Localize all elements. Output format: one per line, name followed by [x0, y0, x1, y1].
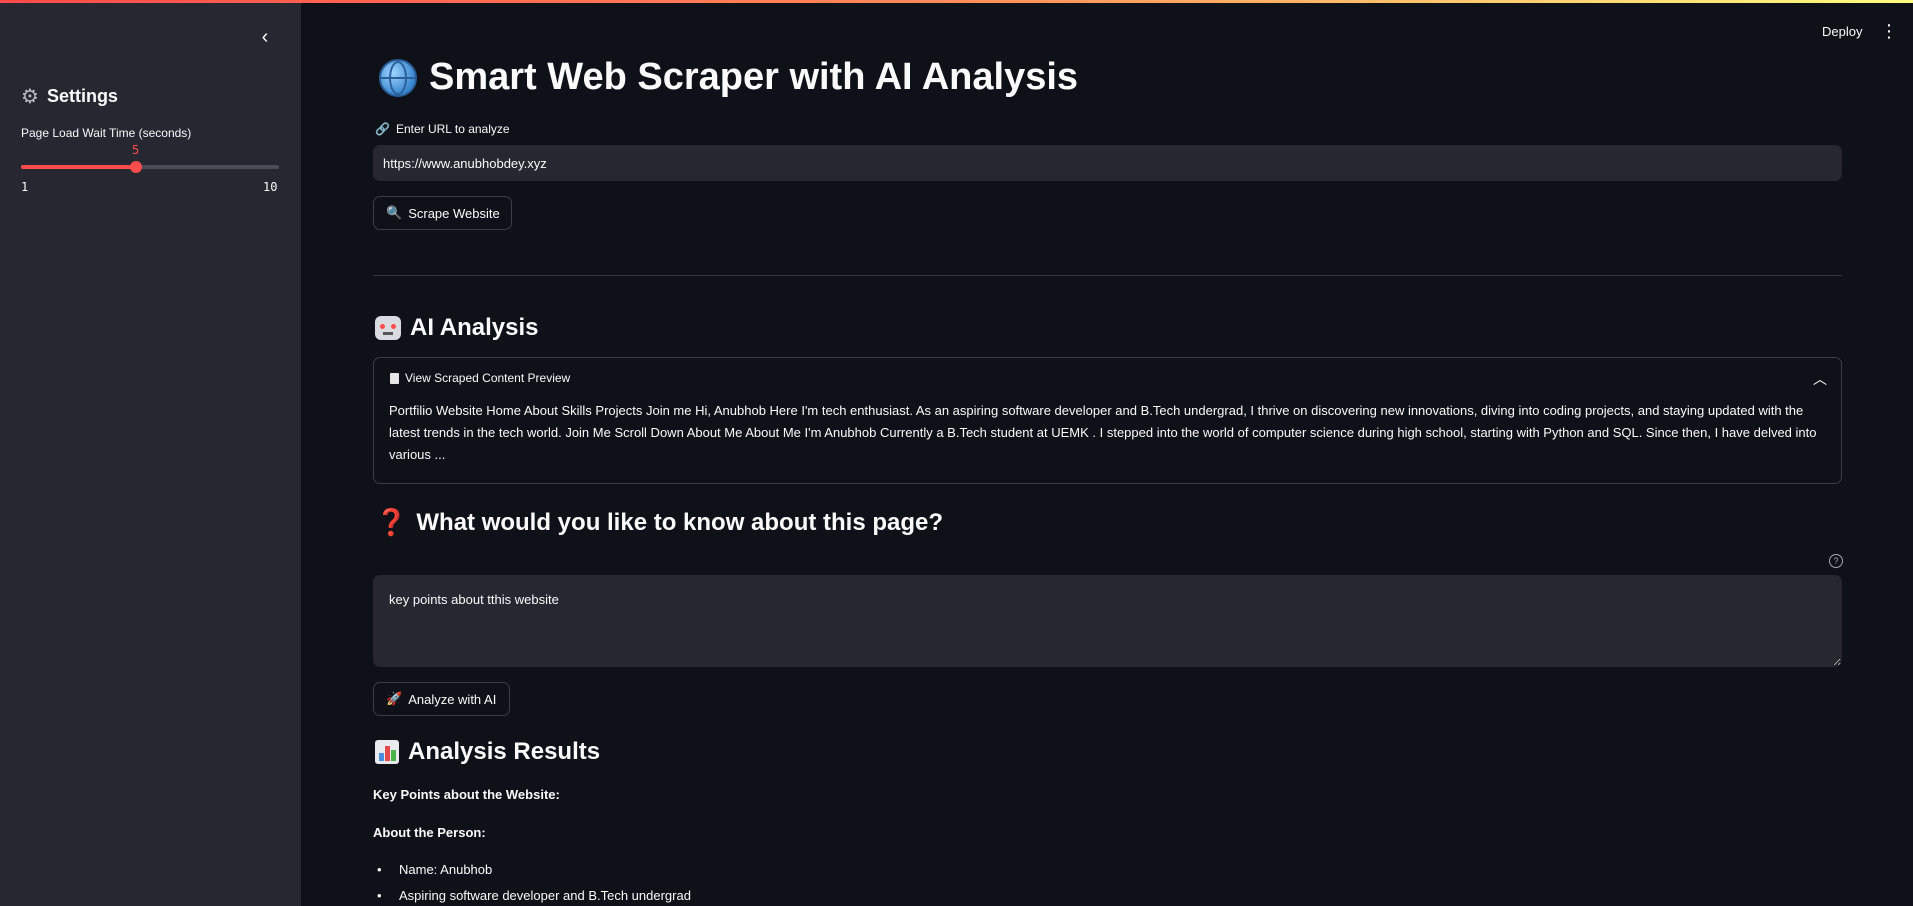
slider-min-label: 1	[21, 180, 29, 194]
list-item-text: Aspiring software developer and B.Tech u…	[399, 888, 691, 903]
slider-fill	[21, 165, 136, 169]
question-textarea[interactable]: key points about tthis website	[373, 575, 1842, 667]
question-heading: ❓ What would you like to know about this…	[375, 507, 943, 538]
page-title-text: Smart Web Scraper with AI Analysis	[429, 56, 1079, 98]
slider-thumb[interactable]	[129, 161, 142, 173]
bar-chart-icon	[375, 740, 399, 764]
analyze-button-label: Analyze with AI	[408, 691, 497, 707]
ai-analysis-title: AI Analysis	[410, 314, 539, 341]
expander-title: View Scraped Content Preview	[405, 371, 571, 385]
scraped-content-expander: View Scraped Content Preview ︿ Portfilio…	[373, 357, 1842, 484]
url-label-text: Enter URL to analyze	[395, 122, 510, 136]
chevron-up-icon[interactable]: ︿	[1813, 369, 1827, 389]
scraped-content-preview: Portfilio Website Home About Skills Proj…	[389, 403, 1817, 462]
scrape-website-button[interactable]: 🔍 Scrape Website	[373, 196, 512, 230]
settings-heading: ⚙ Settings	[21, 84, 118, 109]
wait-time-slider[interactable]	[21, 161, 279, 173]
scrape-button-label: Scrape Website	[408, 205, 500, 221]
slider-label: Page Load Wait Time (seconds)	[21, 126, 192, 140]
link-icon: 🔗	[375, 122, 390, 136]
results-about-heading: About the Person:	[373, 825, 486, 840]
page-title: Smart Web Scraper with AI Analysis	[379, 56, 1078, 99]
results-heading: Analysis Results	[375, 738, 600, 766]
collapse-sidebar-icon[interactable]: ‹	[254, 26, 276, 48]
question-mark-icon: ❓	[375, 507, 408, 537]
list-item: • Aspiring software developer and B.Tech…	[377, 888, 691, 903]
ai-analysis-heading: AI Analysis	[375, 314, 539, 342]
main-menu-icon[interactable]: ⋮	[1880, 22, 1898, 40]
question-title: What would you like to know about this p…	[416, 508, 944, 536]
analyze-with-ai-button[interactable]: 🚀 Analyze with AI	[373, 682, 510, 716]
help-icon[interactable]: ?	[1829, 554, 1843, 568]
deploy-button[interactable]: Deploy	[1822, 24, 1862, 39]
rocket-icon: 🚀	[386, 691, 403, 706]
results-title: Analysis Results	[408, 738, 601, 765]
top-decoration-bar	[0, 0, 1913, 3]
slider-max-label: 10	[263, 180, 278, 194]
sidebar: ‹ ⚙ Settings Page Load Wait Time (second…	[0, 0, 301, 906]
url-label: 🔗 Enter URL to analyze	[375, 122, 510, 136]
list-item-text: Name: Anubhob	[399, 862, 493, 877]
results-key-points-heading: Key Points about the Website:	[373, 787, 560, 802]
robot-icon	[375, 316, 401, 340]
divider	[373, 275, 1842, 276]
document-icon	[390, 372, 399, 384]
globe-icon	[379, 58, 417, 97]
settings-title-text: Settings	[46, 86, 118, 106]
expander-header[interactable]: View Scraped Content Preview	[390, 371, 570, 385]
gear-icon: ⚙	[21, 86, 39, 108]
list-item: • Name: Anubhob	[377, 862, 493, 877]
slider-value: 5	[132, 143, 140, 157]
magnifier-icon: 🔍	[386, 205, 403, 220]
url-input[interactable]	[373, 145, 1842, 181]
